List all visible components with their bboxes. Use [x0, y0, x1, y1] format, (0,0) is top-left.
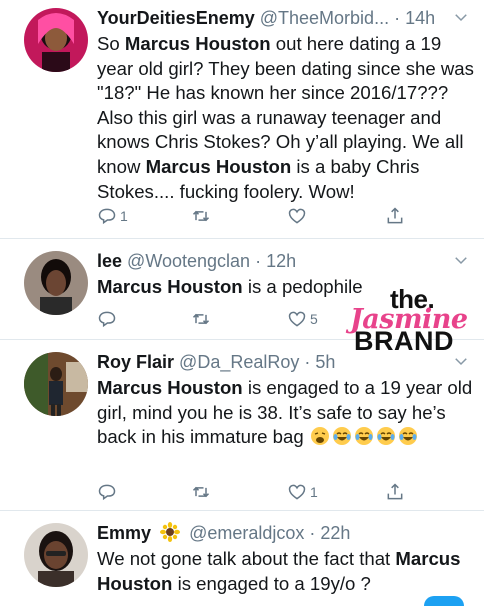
like-button[interactable]: [287, 204, 310, 228]
reply-button[interactable]: [97, 307, 120, 331]
user-handle[interactable]: @TheeMorbid...: [260, 8, 389, 28]
reply-icon: [98, 311, 116, 328]
reply-icon: [98, 484, 116, 501]
tweet-header: Emmy @emeraldjcox · 22h: [97, 521, 470, 547]
user-handle[interactable]: @Da_RealRoy: [179, 352, 299, 372]
tweet-text-run: We not gone talk about the fact that: [97, 548, 396, 569]
sunflower-icon: [160, 522, 181, 542]
share-icon: [387, 483, 403, 500]
highlighted-keyword: Marcus Houston: [145, 155, 292, 177]
timestamp[interactable]: · 14h: [394, 8, 435, 28]
reply-count: 1: [120, 208, 128, 224]
weary-emoji-icon: [310, 426, 330, 446]
avatar[interactable]: [24, 251, 88, 315]
tweet-actions: 1: [97, 204, 417, 228]
retweet-icon: [192, 486, 210, 498]
like-icon: [288, 484, 306, 500]
chevron-down-icon[interactable]: [452, 8, 470, 26]
tweet-text-run: So: [97, 33, 125, 54]
user-handle[interactable]: @emeraldjcox: [189, 523, 304, 543]
tweet-actions: 1: [97, 480, 417, 504]
chevron-down-icon[interactable]: [452, 251, 470, 269]
display-name[interactable]: Emmy: [97, 523, 151, 543]
tweet-header: YourDeitiesEnemy @TheeMorbid... · 14h: [97, 6, 470, 32]
joy-emoji-icon: [354, 426, 374, 446]
share-button[interactable]: [385, 480, 405, 504]
timestamp[interactable]: · 12h: [255, 251, 296, 271]
tweet-text-run: is engaged to a 19y/o ?: [172, 572, 371, 594]
like-icon: [288, 208, 306, 224]
avatar[interactable]: [24, 352, 88, 416]
timestamp[interactable]: · 5h: [304, 352, 335, 372]
retweet-icon: [192, 313, 210, 325]
retweet-button[interactable]: [191, 307, 214, 331]
avatar[interactable]: [24, 8, 88, 72]
highlighted-keyword: Marcus Houston: [97, 276, 243, 297]
retweet-button[interactable]: [191, 204, 214, 228]
reply-button[interactable]: [97, 480, 120, 504]
joy-emoji-icon: [398, 426, 418, 446]
display-name[interactable]: lee: [97, 251, 122, 271]
like-icon: [288, 311, 306, 327]
site-watermark: the. Jasmine BRAND: [332, 284, 472, 356]
share-button[interactable]: [385, 204, 405, 228]
watermark-line3: BRAND: [354, 326, 454, 356]
user-handle[interactable]: @Wootengclan: [127, 251, 250, 271]
tweet-text: Marcus Houston is engaged to a 19 year o…: [97, 376, 475, 450]
reply-button[interactable]: 1: [97, 204, 128, 228]
like-count: 1: [310, 484, 318, 500]
tweet-1[interactable]: YourDeitiesEnemy @TheeMorbid... · 14h So…: [0, 0, 484, 239]
retweet-button[interactable]: [191, 480, 214, 504]
retweet-icon: [192, 210, 210, 222]
display-name[interactable]: Roy Flair: [97, 352, 174, 372]
tweet-3[interactable]: Roy Flair @Da_RealRoy · 5h Marcus Housto…: [0, 340, 484, 511]
tweet-4[interactable]: Emmy @emeraldjcox · 22h We not gone talk…: [0, 511, 484, 611]
joy-emoji-icon: [376, 426, 396, 446]
display-name[interactable]: YourDeitiesEnemy: [97, 8, 255, 28]
share-icon: [387, 207, 403, 224]
joy-emoji-icon: [332, 426, 352, 446]
like-button[interactable]: 1: [287, 480, 318, 504]
tweet-text: We not gone talk about the fact that Mar…: [97, 547, 475, 596]
highlighted-keyword: Marcus Houston: [97, 377, 243, 398]
like-count: 5: [310, 311, 318, 327]
chevron-down-icon[interactable]: [452, 352, 470, 370]
highlighted-keyword: Marcus Houston: [124, 33, 271, 54]
blue-badge-fragment: [424, 596, 464, 606]
timestamp[interactable]: · 22h: [309, 523, 350, 543]
tweet-header: lee @Wootengclan · 12h: [97, 249, 470, 275]
tweet-text: So Marcus Houston out here dating a 19 y…: [97, 32, 475, 204]
like-button[interactable]: 5: [287, 307, 318, 331]
avatar[interactable]: [24, 523, 88, 587]
reply-icon: [98, 208, 116, 225]
